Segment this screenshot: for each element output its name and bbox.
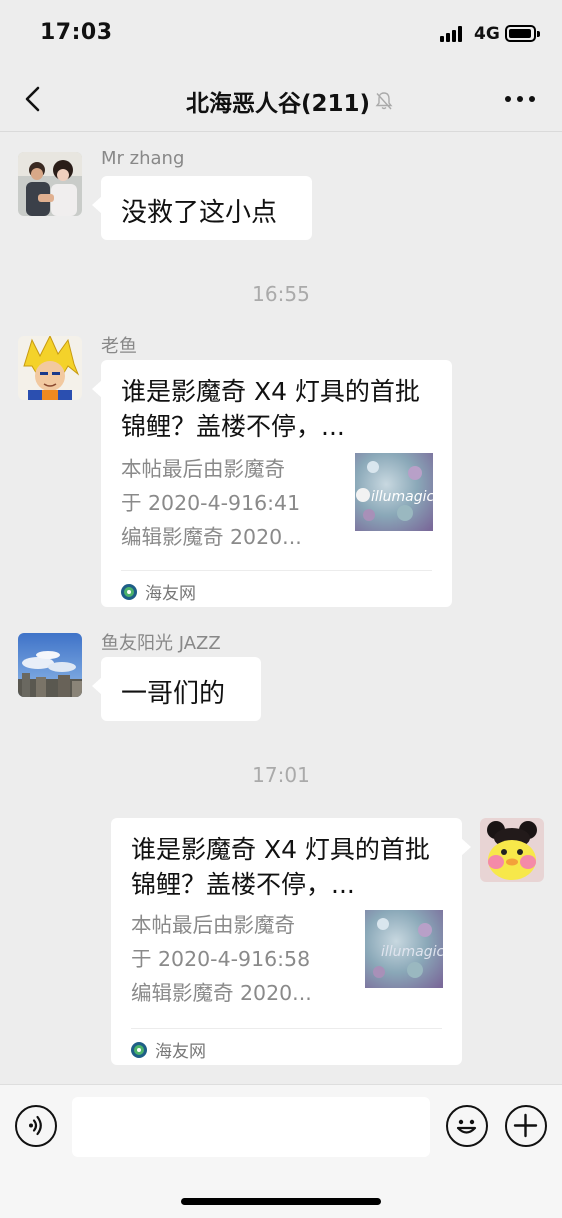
avatar-mr-zhang[interactable]	[18, 152, 82, 216]
card-thumb-text: illumagic	[371, 489, 433, 505]
avatar-yuyou-yangguang[interactable]	[18, 633, 82, 697]
more-options-icon[interactable]	[505, 96, 535, 102]
link-card[interactable]: 谁是影魔奇 X4 灯具的首批锦鲤？盖楼不停，... 本帖最后由影魔奇 于 202…	[111, 818, 471, 1065]
sender-name: 鱼友阳光 JAZZ	[101, 633, 221, 654]
card-source: 海友网	[121, 579, 196, 604]
card-desc-line: 本帖最后由影魔奇	[131, 913, 295, 937]
timestamp: 16:55	[252, 282, 310, 306]
message-bubble[interactable]: 没救了这小点	[92, 176, 312, 240]
chat-title-group: 北海恶人谷(211)	[186, 84, 394, 118]
status-bar: 17:03 4G	[0, 0, 562, 66]
avatar-lao-yu[interactable]	[18, 336, 82, 400]
more-functions-button[interactable]	[505, 1105, 547, 1147]
battery-icon	[505, 25, 540, 42]
back-icon[interactable]	[22, 86, 46, 112]
message-text: 没救了这小点	[121, 198, 278, 228]
message-text: 一哥们的	[121, 679, 226, 709]
voice-icon	[29, 1115, 42, 1136]
card-desc-line: 于 2020-4-916:41	[121, 491, 301, 515]
card-desc-line: 编辑影魔奇 2020...	[131, 981, 312, 1005]
network-label: 4G	[474, 24, 500, 44]
plus-icon	[513, 1113, 538, 1138]
card-source-label: 海友网	[155, 1042, 206, 1062]
card-source-label: 海友网	[145, 584, 196, 604]
home-indicator[interactable]	[181, 1198, 381, 1205]
chat-title: 北海恶人谷(211)	[186, 91, 371, 117]
sender-name: 老鱼	[101, 336, 137, 357]
signal-icon	[440, 26, 468, 42]
card-divider	[131, 1028, 442, 1029]
card-desc-line: 于 2020-4-916:58	[131, 947, 311, 971]
message-bubble[interactable]: 一哥们的	[92, 657, 261, 721]
emoji-button[interactable]	[446, 1105, 488, 1147]
card-divider	[121, 570, 432, 571]
status-time: 17:03	[40, 20, 113, 45]
link-card[interactable]: 谁是影魔奇 X4 灯具的首批锦鲤？盖楼不停，... 本帖最后由影魔奇 于 202…	[92, 360, 452, 607]
avatar-self[interactable]	[480, 818, 544, 882]
card-title: 谁是影魔奇 X4 灯具的首批锦鲤？盖楼不停，...	[121, 377, 420, 441]
card-thumbnail: illumagic	[365, 910, 443, 988]
card-title: 谁是影魔奇 X4 灯具的首批锦鲤？盖楼不停，...	[131, 835, 430, 899]
card-thumbnail: illumagic	[355, 453, 433, 531]
card-thumb-text: illumagic	[381, 944, 443, 960]
card-source: 海友网	[131, 1037, 206, 1062]
card-desc-line: 本帖最后由影魔奇	[121, 457, 285, 481]
source-logo-icon	[121, 583, 137, 600]
source-logo-icon	[131, 1041, 147, 1058]
mute-bell-icon	[375, 92, 393, 110]
sender-name: Mr zhang	[101, 148, 185, 169]
card-desc-line: 编辑影魔奇 2020...	[121, 525, 302, 549]
voice-input-button[interactable]	[15, 1105, 57, 1147]
timestamp: 17:01	[252, 763, 310, 787]
message-input[interactable]	[72, 1097, 430, 1157]
chat-header: 北海恶人谷(211)	[0, 66, 562, 132]
smiley-icon	[456, 1119, 477, 1134]
